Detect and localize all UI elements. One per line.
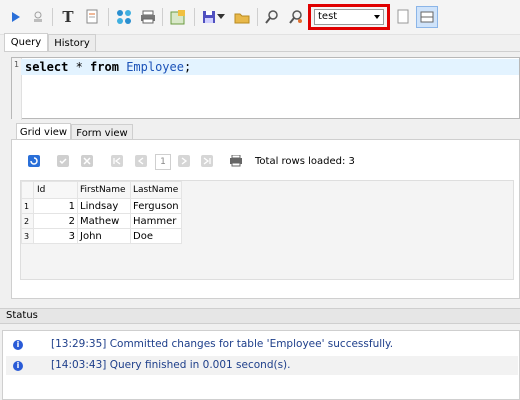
column-header-id[interactable]: Id — [33, 181, 78, 199]
query-star: * — [68, 60, 91, 74]
info-icon: i — [13, 361, 23, 371]
apply-icon[interactable] — [56, 154, 70, 168]
query-editor[interactable]: 1 select * from Employee; — [11, 57, 520, 120]
database-select-value: test — [318, 11, 338, 22]
rows-loaded-text: Total rows loaded: 3 — [255, 156, 355, 167]
column-header-lastname[interactable]: LastName — [130, 181, 182, 199]
toolbar: T test — [0, 0, 520, 35]
tab-query[interactable]: Query — [4, 33, 48, 52]
query-text[interactable]: select * from Employee; — [25, 60, 191, 74]
table-name: Employee — [126, 60, 184, 74]
next-page-icon[interactable] — [177, 154, 191, 168]
tab-history[interactable]: History — [48, 34, 96, 51]
format-text-icon[interactable]: T — [58, 7, 78, 27]
save-dropdown-icon[interactable] — [215, 7, 227, 27]
status-text: Committed changes for table 'Employee' s… — [109, 338, 394, 350]
first-page-icon[interactable] — [110, 154, 124, 168]
cell-id[interactable]: 3 — [33, 228, 78, 244]
cell-id[interactable]: 2 — [33, 213, 78, 229]
status-message: i [13:29:35] Committed changes for table… — [6, 335, 518, 354]
status-time: [13:29:35] — [51, 338, 107, 350]
row-number: 3 — [21, 228, 34, 244]
status-label: Status — [0, 308, 520, 324]
results-table: Id FirstName LastName 1 1 Lindsay Fergus… — [21, 181, 182, 244]
chevron-down-icon[interactable] — [374, 15, 380, 19]
table-row[interactable]: 2 2 Mathew Hammer — [21, 213, 182, 229]
cell-lastname[interactable]: Ferguson — [130, 198, 182, 214]
row-number-header — [21, 181, 34, 199]
stop-icon[interactable] — [28, 7, 48, 27]
table-row[interactable]: 3 3 John Doe — [21, 228, 182, 244]
find-icon[interactable] — [262, 7, 282, 27]
cell-firstname[interactable]: Lindsay — [77, 198, 131, 214]
keyword-from: from — [90, 60, 119, 74]
row-number: 1 — [21, 198, 34, 214]
print-icon[interactable] — [138, 7, 158, 27]
print-grid-icon[interactable] — [229, 154, 243, 168]
status-panel: i [13:29:35] Committed changes for table… — [2, 330, 520, 400]
cell-lastname[interactable]: Doe — [130, 228, 182, 244]
keyword-select: select — [25, 60, 69, 74]
column-header-firstname[interactable]: FirstName — [77, 181, 131, 199]
status-message: i [14:03:43] Query finished in 0.001 sec… — [6, 356, 518, 375]
new-file-icon[interactable] — [393, 7, 413, 27]
cell-id[interactable]: 1 — [33, 198, 78, 214]
new-doc-icon[interactable] — [82, 7, 102, 27]
replace-icon[interactable] — [286, 7, 306, 27]
cell-firstname[interactable]: Mathew — [77, 213, 131, 229]
row-number: 2 — [21, 213, 34, 229]
previous-page-icon[interactable] — [134, 154, 148, 168]
last-page-icon[interactable] — [200, 154, 214, 168]
query-semicolon: ; — [183, 60, 192, 74]
table-header-row: Id FirstName LastName — [21, 181, 182, 199]
refresh-icon[interactable] — [27, 154, 41, 168]
layout-icon[interactable] — [416, 6, 438, 28]
page-number-field[interactable]: 1 — [155, 154, 171, 170]
connect-icon[interactable] — [114, 7, 134, 27]
run-icon[interactable] — [6, 7, 26, 27]
import-icon[interactable] — [168, 7, 188, 27]
cancel-icon[interactable] — [80, 154, 94, 168]
info-icon: i — [13, 340, 23, 350]
cell-lastname[interactable]: Hammer — [130, 213, 182, 229]
database-select[interactable]: test — [314, 9, 384, 25]
status-text: Query finished in 0.001 second(s). — [109, 359, 291, 371]
table-row[interactable]: 1 1 Lindsay Ferguson — [21, 198, 182, 214]
open-folder-icon[interactable] — [232, 7, 252, 27]
cell-firstname[interactable]: John — [77, 228, 131, 244]
status-time: [14:03:43] — [51, 359, 107, 371]
